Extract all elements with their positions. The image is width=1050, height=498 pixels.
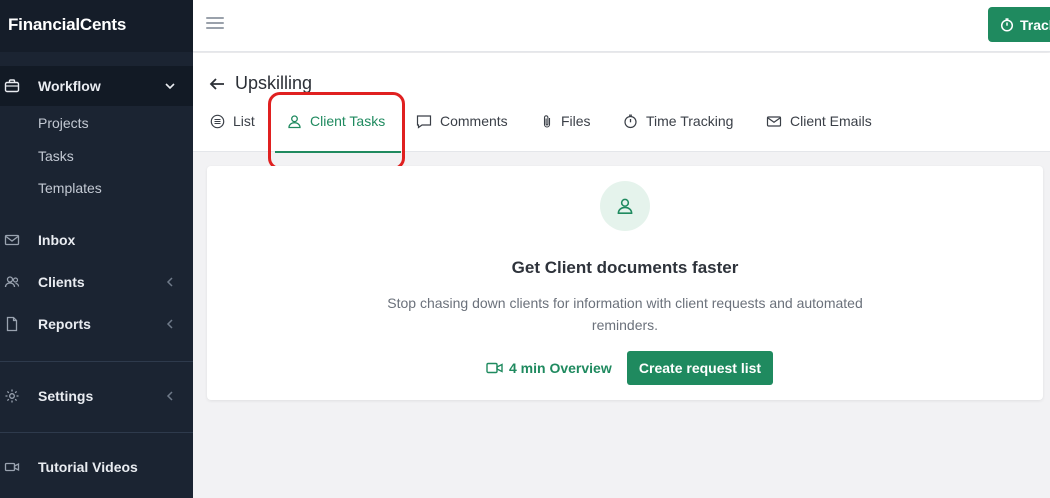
sidebar-item-label: Workflow	[38, 78, 101, 94]
sidebar-subitem-templates[interactable]: Templates	[38, 180, 102, 196]
empty-state-description: Stop chasing down clients for informatio…	[387, 295, 863, 333]
tab-label: Time Tracking	[646, 113, 734, 129]
sidebar-subitem-projects[interactable]: Projects	[38, 115, 89, 131]
sidebar-item-label: Reports	[38, 316, 91, 332]
sidebar-item-tutorial-videos[interactable]: Tutorial Videos	[0, 447, 193, 487]
sidebar-item-label: Inbox	[38, 232, 76, 248]
back-arrow-icon[interactable]	[208, 75, 226, 93]
mail-icon	[4, 234, 20, 246]
sidebar-divider	[0, 432, 193, 433]
empty-state-card: Get Client documents faster Stop chasing…	[207, 166, 1043, 400]
page-header: Upskilling List Client Tasks Comments Fi…	[193, 53, 1050, 153]
tab-label: List	[233, 113, 255, 129]
sidebar-item-settings[interactable]: Settings	[0, 376, 193, 416]
tab-label: Client Emails	[790, 113, 872, 129]
video-icon	[4, 462, 20, 472]
overview-link-label: 4 min Overview	[509, 360, 612, 376]
tab-client-tasks[interactable]: Client Tasks	[275, 113, 401, 153]
sidebar-item-clients[interactable]: Clients	[0, 262, 193, 302]
tab-comments[interactable]: Comments	[416, 113, 508, 153]
menu-icon[interactable]	[206, 17, 224, 31]
track-time-button[interactable]: Track	[988, 7, 1050, 42]
brand-logo[interactable]: FinancialCents	[0, 0, 193, 52]
sidebar-divider	[0, 361, 193, 362]
sidebar-item-inbox[interactable]: Inbox	[0, 220, 193, 260]
chevron-down-icon	[165, 83, 175, 90]
stopwatch-icon	[624, 114, 637, 129]
video-icon	[486, 362, 503, 374]
gear-icon	[5, 389, 19, 403]
users-icon	[4, 276, 20, 288]
comment-icon	[416, 115, 432, 129]
sidebar-item-workflow[interactable]: Workflow	[0, 66, 193, 106]
mail-icon	[766, 116, 782, 127]
tab-client-emails[interactable]: Client Emails	[766, 113, 872, 153]
chevron-left-icon	[166, 277, 173, 287]
tab-label: Client Tasks	[310, 113, 386, 129]
tab-time-tracking[interactable]: Time Tracking	[623, 113, 733, 153]
list-icon	[210, 114, 225, 129]
empty-state-title: Get Client documents faster	[511, 258, 739, 277]
track-button-label: Track	[1020, 16, 1050, 33]
tab-label: Comments	[440, 113, 508, 129]
top-bar: Track	[193, 0, 1050, 52]
user-icon	[288, 115, 301, 129]
tab-files[interactable]: Files	[541, 113, 591, 153]
sidebar-subitem-tasks[interactable]: Tasks	[38, 148, 74, 164]
tab-list[interactable]: List	[210, 113, 255, 153]
stopwatch-icon	[1000, 17, 1014, 32]
tab-label: Files	[561, 113, 591, 129]
sidebar-item-reports[interactable]: Reports	[0, 304, 193, 344]
paperclip-icon	[543, 115, 551, 128]
document-icon	[6, 316, 18, 332]
sidebar-item-label: Settings	[38, 388, 94, 404]
sidebar-item-label: Clients	[38, 274, 85, 290]
create-request-list-button[interactable]: Create request list	[627, 351, 773, 385]
sidebar-item-label: Tutorial Videos	[38, 459, 138, 475]
client-avatar-icon	[600, 181, 650, 231]
briefcase-icon	[4, 79, 20, 93]
chevron-left-icon	[166, 319, 173, 329]
overview-video-link[interactable]: 4 min Overview	[486, 360, 612, 376]
page-title: Upskilling	[235, 73, 313, 93]
sidebar: FinancialCents Workflow Projects Tasks T…	[0, 0, 193, 498]
chevron-left-icon	[166, 391, 173, 401]
